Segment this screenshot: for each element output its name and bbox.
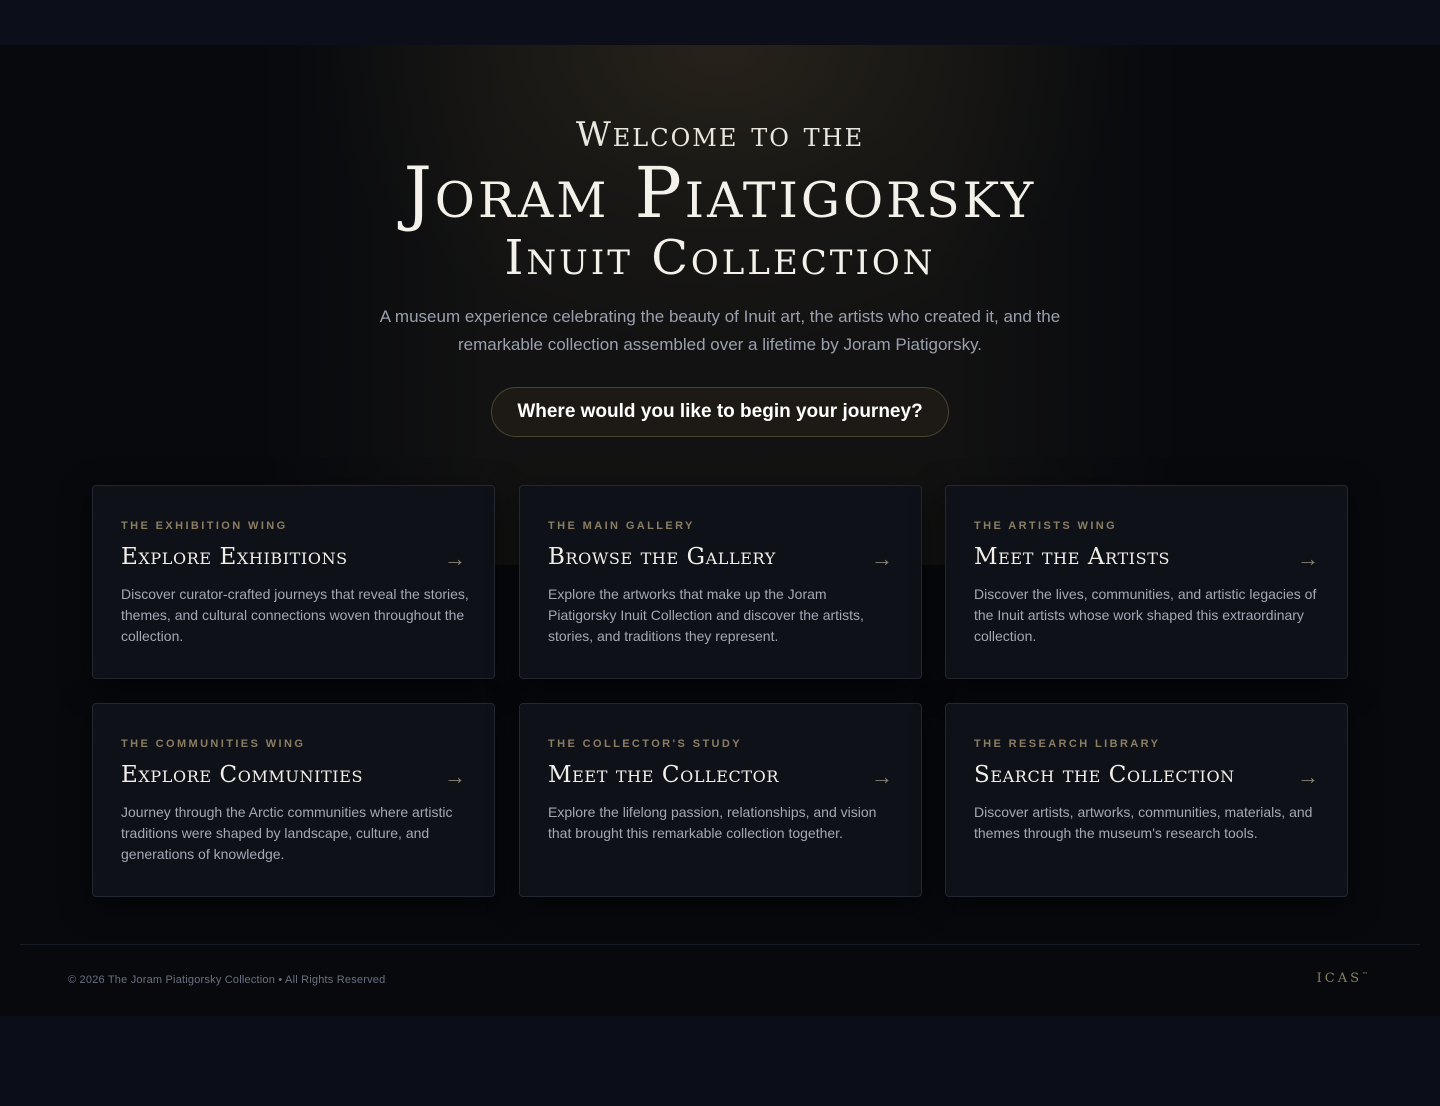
footer-divider	[20, 944, 1420, 945]
card-eyebrow: The Research Library	[974, 738, 1161, 750]
card-title: Meet the Collector	[548, 762, 780, 788]
card-title: Search the Collection	[974, 762, 1235, 788]
card-title: Browse the Gallery	[548, 544, 776, 570]
main-content: Welcome to the Joram Piatigorsky Inuit C…	[0, 45, 1440, 1016]
card-eyebrow: The Artists Wing	[974, 520, 1118, 532]
arrow-right-icon: →	[871, 546, 893, 571]
card-description: Journey through the Arctic communities w…	[121, 804, 453, 862]
top-bar	[0, 0, 1440, 45]
footer-brand-logo[interactable]: ICAS™	[1317, 971, 1368, 986]
card-eyebrow: The Communities Wing	[121, 738, 306, 750]
card-title: Explore Exhibitions	[121, 544, 348, 570]
bottom-bar	[0, 1016, 1440, 1106]
card-description: Explore the artworks that make up the Jo…	[548, 586, 864, 644]
card-eyebrow: The Collector's Study	[548, 738, 742, 750]
card-eyebrow: The Main Gallery	[548, 520, 695, 532]
trademark-mark: ™	[1362, 971, 1368, 979]
brand-name: ICAS	[1316, 971, 1362, 986]
card-browse-gallery[interactable]: The Main Gallery Browse the Gallery → Ex…	[519, 485, 922, 679]
arrow-right-icon: →	[871, 764, 893, 789]
card-meet-artists[interactable]: The Artists Wing Meet the Artists → Disc…	[945, 485, 1348, 679]
card-description: Discover artists, artworks, communities,…	[974, 804, 1313, 841]
hero-title: Joram Piatigorsky	[403, 152, 1037, 234]
card-explore-exhibitions[interactable]: The Exhibition Wing Explore Exhibitions …	[92, 485, 495, 679]
journey-prompt-pill: Where would you like to begin your journ…	[491, 387, 949, 437]
arrow-right-icon: →	[444, 546, 466, 571]
hero-intro: A museum experience celebrating the beau…	[379, 307, 1061, 354]
card-meet-collector[interactable]: The Collector's Study Meet the Collector…	[519, 703, 922, 897]
hero-welcome: Welcome to the	[575, 115, 865, 155]
card-title: Meet the Artists	[974, 544, 1171, 570]
arrow-right-icon: →	[1297, 546, 1319, 571]
card-search-collection[interactable]: The Research Library Search the Collecti…	[945, 703, 1348, 897]
hero-subtitle: Inuit Collection	[504, 230, 936, 286]
card-description: Discover the lives, communities, and art…	[974, 586, 1317, 644]
card-explore-communities[interactable]: The Communities Wing Explore Communities…	[92, 703, 495, 897]
footer-copyright: © 2026 The Joram Piatigorsky Collection …	[68, 974, 386, 986]
card-description: Explore the lifelong passion, relationsh…	[548, 804, 877, 841]
arrow-right-icon: →	[444, 764, 466, 789]
card-description: Discover curator-crafted journeys that r…	[121, 586, 469, 644]
card-title: Explore Communities	[121, 762, 364, 788]
card-eyebrow: The Exhibition Wing	[121, 520, 288, 532]
arrow-right-icon: →	[1297, 764, 1319, 789]
